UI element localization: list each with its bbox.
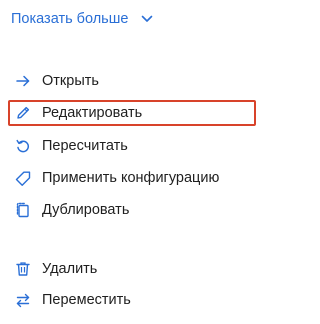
- recalculate-icon: [14, 137, 32, 155]
- menu-item-move[interactable]: Переместить: [8, 287, 256, 313]
- menu-item-apply-configuration[interactable]: Применить конфигурацию: [8, 165, 256, 191]
- menu-item-label: Дублировать: [42, 202, 130, 218]
- menu-item-label: Редактировать: [42, 105, 143, 121]
- show-more-button[interactable]: Показать больше: [11, 9, 154, 29]
- move-arrows-icon: [14, 291, 32, 309]
- arrow-right-icon: [14, 72, 32, 90]
- menu-item-edit[interactable]: Редактировать: [8, 100, 256, 126]
- menu-item-recalculate[interactable]: Пересчитать: [8, 133, 256, 159]
- chevron-down-icon: [140, 12, 154, 26]
- menu-item-label: Удалить: [42, 261, 98, 277]
- trash-icon: [14, 260, 32, 278]
- tag-icon: [14, 169, 32, 187]
- pencil-icon: [14, 104, 32, 122]
- menu-item-delete[interactable]: Удалить: [8, 256, 256, 282]
- menu-item-label: Открыть: [42, 73, 99, 89]
- menu-item-duplicate[interactable]: Дублировать: [8, 197, 256, 223]
- duplicate-icon: [14, 201, 32, 219]
- menu-item-label: Пересчитать: [42, 138, 128, 154]
- show-more-label: Показать больше: [11, 11, 129, 27]
- menu-item-label: Применить конфигурацию: [42, 170, 220, 186]
- menu-item-open[interactable]: Открыть: [8, 68, 256, 94]
- menu-item-label: Переместить: [42, 292, 131, 308]
